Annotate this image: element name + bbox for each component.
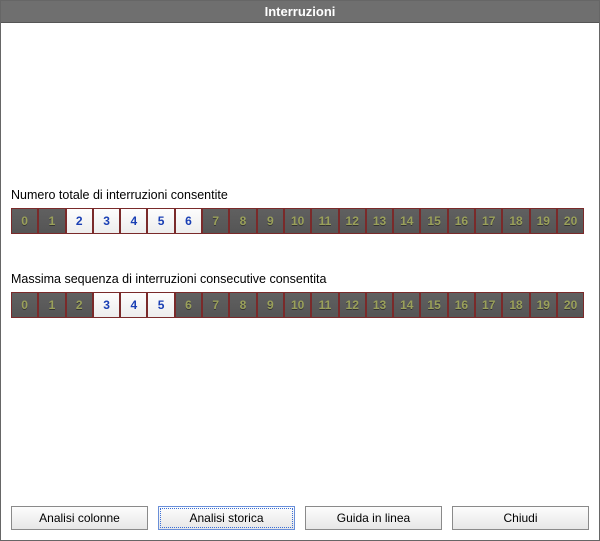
spacer	[11, 33, 589, 188]
max-consecutive-cell-6[interactable]: 6	[175, 292, 202, 318]
total-interrupts-cell-19[interactable]: 19	[530, 208, 557, 234]
max-consecutive-cell-10[interactable]: 10	[284, 292, 311, 318]
chiudi-button[interactable]: Chiudi	[452, 506, 589, 530]
button-bar: Analisi colonne Analisi storica Guida in…	[1, 498, 599, 540]
max-consecutive-cell-12[interactable]: 12	[339, 292, 366, 318]
total-interrupts-cell-3[interactable]: 3	[93, 208, 120, 234]
total-interrupts-cell-5[interactable]: 5	[147, 208, 174, 234]
row1-cells: 01234567891011121314151617181920	[11, 208, 589, 234]
total-interrupts-cell-7[interactable]: 7	[202, 208, 229, 234]
max-consecutive-cell-7[interactable]: 7	[202, 292, 229, 318]
max-consecutive-cell-3[interactable]: 3	[93, 292, 120, 318]
max-consecutive-cell-4[interactable]: 4	[120, 292, 147, 318]
total-interrupts-cell-11[interactable]: 11	[311, 208, 338, 234]
analisi-storica-button[interactable]: Analisi storica	[158, 506, 295, 530]
max-consecutive-cell-18[interactable]: 18	[502, 292, 529, 318]
spacer	[11, 234, 589, 272]
spacer	[11, 318, 589, 498]
max-consecutive-cell-16[interactable]: 16	[448, 292, 475, 318]
max-consecutive-cell-2[interactable]: 2	[66, 292, 93, 318]
max-consecutive-cell-8[interactable]: 8	[229, 292, 256, 318]
row1-label: Numero totale di interruzioni consentite	[11, 188, 589, 202]
total-interrupts-cell-6[interactable]: 6	[175, 208, 202, 234]
guida-in-linea-button[interactable]: Guida in linea	[305, 506, 442, 530]
total-interrupts-cell-16[interactable]: 16	[448, 208, 475, 234]
total-interrupts-cell-13[interactable]: 13	[366, 208, 393, 234]
total-interrupts-cell-9[interactable]: 9	[257, 208, 284, 234]
max-consecutive-cell-19[interactable]: 19	[530, 292, 557, 318]
window-title: Interruzioni	[265, 4, 336, 19]
title-bar: Interruzioni	[1, 1, 599, 23]
max-consecutive-cell-5[interactable]: 5	[147, 292, 174, 318]
max-consecutive-cell-17[interactable]: 17	[475, 292, 502, 318]
dialog-interruzioni: Interruzioni Numero totale di interruzio…	[0, 0, 600, 541]
total-interrupts-cell-17[interactable]: 17	[475, 208, 502, 234]
row2-label: Massima sequenza di interruzioni consecu…	[11, 272, 589, 286]
total-interrupts-cell-0[interactable]: 0	[11, 208, 38, 234]
total-interrupts-cell-18[interactable]: 18	[502, 208, 529, 234]
total-interrupts-cell-4[interactable]: 4	[120, 208, 147, 234]
total-interrupts-cell-12[interactable]: 12	[339, 208, 366, 234]
total-interrupts-cell-15[interactable]: 15	[420, 208, 447, 234]
max-consecutive-cell-20[interactable]: 20	[557, 292, 584, 318]
max-consecutive-cell-11[interactable]: 11	[311, 292, 338, 318]
total-interrupts-cell-14[interactable]: 14	[393, 208, 420, 234]
analisi-colonne-button[interactable]: Analisi colonne	[11, 506, 148, 530]
total-interrupts-cell-8[interactable]: 8	[229, 208, 256, 234]
max-consecutive-cell-14[interactable]: 14	[393, 292, 420, 318]
content-area: Numero totale di interruzioni consentite…	[1, 23, 599, 498]
total-interrupts-cell-2[interactable]: 2	[66, 208, 93, 234]
max-consecutive-cell-0[interactable]: 0	[11, 292, 38, 318]
total-interrupts-cell-1[interactable]: 1	[38, 208, 65, 234]
max-consecutive-cell-1[interactable]: 1	[38, 292, 65, 318]
total-interrupts-cell-10[interactable]: 10	[284, 208, 311, 234]
max-consecutive-cell-13[interactable]: 13	[366, 292, 393, 318]
max-consecutive-cell-9[interactable]: 9	[257, 292, 284, 318]
total-interrupts-cell-20[interactable]: 20	[557, 208, 584, 234]
max-consecutive-cell-15[interactable]: 15	[420, 292, 447, 318]
row2-cells: 01234567891011121314151617181920	[11, 292, 589, 318]
